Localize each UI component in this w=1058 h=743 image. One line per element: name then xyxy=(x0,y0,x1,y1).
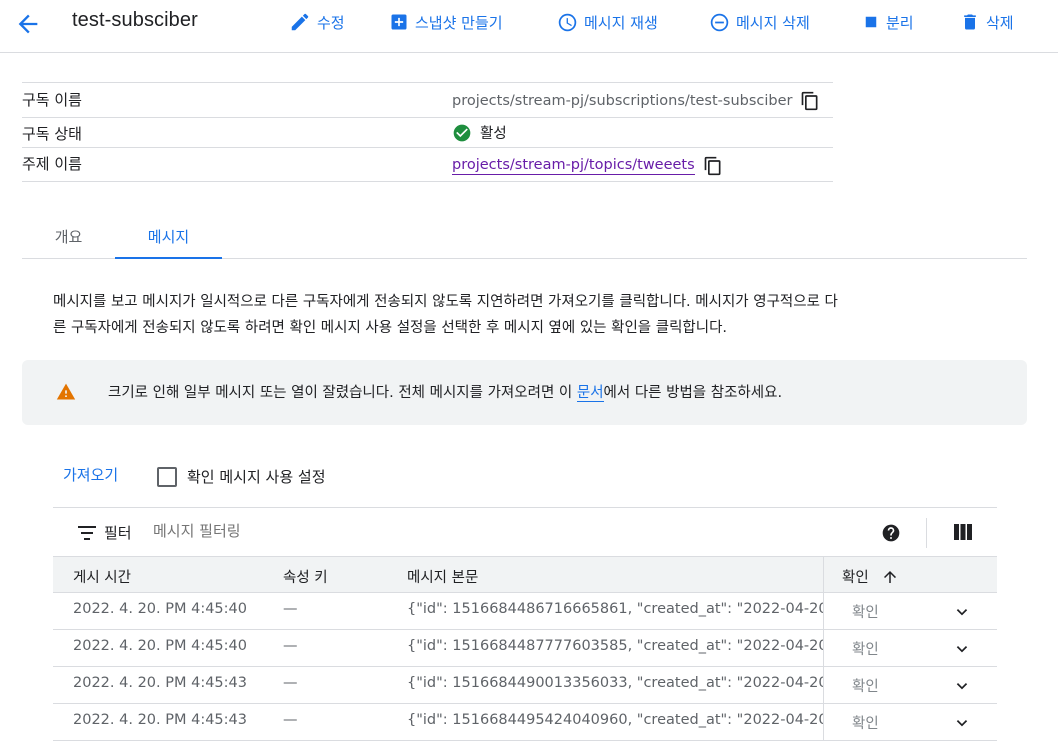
column-header-ack[interactable]: 확인 xyxy=(842,566,899,587)
subscription-name-value: projects/stream-pj/subscriptions/test-su… xyxy=(452,91,820,111)
toolbar-divider xyxy=(926,518,927,548)
message-body-cell: {"id": 1516684487777603585, "created_at"… xyxy=(407,638,823,654)
docs-link[interactable]: 문서 xyxy=(576,385,604,402)
trash-icon xyxy=(964,14,976,30)
column-separator xyxy=(823,667,824,704)
copy-icon[interactable] xyxy=(703,156,723,176)
chevron-down-icon[interactable] xyxy=(953,640,971,658)
truncation-warning: 크기로 인해 일부 메시지 또는 열이 잘렸습니다. 전체 메시지를 가져오려면… xyxy=(22,360,1027,425)
edit-button[interactable]: 수정 xyxy=(289,10,345,34)
subscription-state-text: 활성 xyxy=(480,126,507,142)
publish-time-cell: 2022. 4. 20. PM 4:45:43 xyxy=(73,675,247,691)
topic-name-value: projects/stream-pj/topics/tweeets xyxy=(452,156,723,176)
column-display-icon[interactable] xyxy=(954,524,972,540)
enable-ack-checkbox[interactable] xyxy=(157,466,177,487)
chevron-down-icon[interactable] xyxy=(953,603,971,621)
filter-list-icon xyxy=(78,526,96,540)
filter-input[interactable] xyxy=(153,522,553,540)
pencil-icon xyxy=(291,13,309,31)
subscription-name-text: projects/stream-pj/subscriptions/test-su… xyxy=(452,93,793,109)
clock-icon xyxy=(558,13,577,31)
message-body-cell: {"id": 1516684486716665861, "created_at"… xyxy=(407,601,823,617)
enable-ack-toggle[interactable]: 확인 메시지 사용 설정 xyxy=(157,466,326,487)
page-header: test-subsciber 수정 스냅샷 만들기 메시지 재생 메시지 삭제 … xyxy=(0,0,1058,53)
table-row: 2022. 4. 20. PM 4:45:40 — {"id": 1516684… xyxy=(53,593,997,630)
message-body-cell: {"id": 1516684490013356033, "created_at"… xyxy=(407,675,823,691)
arrow-upward-icon xyxy=(883,570,896,583)
messages-table: 필터 게시 시간 속성 키 메시지 본문 확인 2022. 4. 20. PM … xyxy=(53,507,997,741)
delete-button[interactable]: 삭제 xyxy=(960,10,1014,34)
table-row: 2022. 4. 20. PM 4:45:40 — {"id": 1516684… xyxy=(53,630,997,667)
purge-messages-label: 메시지 삭제 xyxy=(736,13,810,32)
publish-time-cell: 2022. 4. 20. PM 4:45:40 xyxy=(73,638,247,654)
arrow-back-icon xyxy=(18,14,38,34)
attribute-keys-cell: — xyxy=(283,638,298,654)
subscription-state-value: 활성 xyxy=(452,122,507,143)
edit-button-label: 수정 xyxy=(317,13,345,32)
column-header-attribute-keys[interactable]: 속성 키 xyxy=(283,566,328,587)
replay-messages-label: 메시지 재생 xyxy=(584,13,658,32)
ack-button[interactable]: 확인 xyxy=(852,638,879,659)
detach-label: 분리 xyxy=(886,13,914,32)
subscription-name-label: 구독 이름 xyxy=(22,91,82,109)
topic-name-link[interactable]: projects/stream-pj/topics/tweeets xyxy=(452,157,695,175)
detail-row-subscription-state: 구독 상태 활성 xyxy=(22,117,833,147)
back-button[interactable] xyxy=(14,10,42,38)
remove-circle-icon xyxy=(710,13,729,31)
enable-ack-label: 확인 메시지 사용 설정 xyxy=(187,468,326,486)
detail-row-topic-name: 주제 이름 projects/stream-pj/topics/tweeets xyxy=(22,147,833,182)
stop-icon xyxy=(865,16,877,28)
detail-row-subscription-name: 구독 이름 projects/stream-pj/subscriptions/t… xyxy=(22,82,833,117)
warning-text-after: 에서 다른 방법을 참조하세요. xyxy=(603,385,783,401)
purge-messages-button[interactable]: 메시지 삭제 xyxy=(709,10,810,34)
column-separator xyxy=(823,593,824,630)
column-separator xyxy=(823,557,824,593)
column-separator xyxy=(823,704,824,741)
column-separator xyxy=(823,630,824,667)
delete-label: 삭제 xyxy=(986,13,1014,32)
warning-text: 크기로 인해 일부 메시지 또는 열이 잘렸습니다. 전체 메시지를 가져오려면… xyxy=(108,381,782,402)
chevron-down-icon[interactable] xyxy=(953,677,971,695)
column-header-message-body[interactable]: 메시지 본문 xyxy=(407,566,478,587)
create-snapshot-button[interactable]: 스냅샷 만들기 xyxy=(389,10,503,34)
pull-button[interactable]: 가져오기 xyxy=(63,464,118,485)
message-body-cell: {"id": 1516684495424040960, "created_at"… xyxy=(407,712,823,728)
warning-text-before: 크기로 인해 일부 메시지 또는 열이 잘렸습니다. 전체 메시지를 가져오려면… xyxy=(108,385,577,401)
tab-bar: 개요 메시지 xyxy=(22,213,1027,259)
column-header-ack-label: 확인 xyxy=(842,570,869,586)
add-box-icon xyxy=(391,14,407,30)
info-text-line-1: 메시지를 보고 메시지가 일시적으로 다른 구독자에게 전송되지 않도록 지연하… xyxy=(53,294,838,310)
copy-icon[interactable] xyxy=(800,91,820,111)
table-row: 2022. 4. 20. PM 4:45:43 — {"id": 1516684… xyxy=(53,704,997,741)
ack-button[interactable]: 확인 xyxy=(852,675,879,696)
publish-time-cell: 2022. 4. 20. PM 4:45:40 xyxy=(73,601,247,617)
tab-overview[interactable]: 개요 xyxy=(22,213,115,259)
table-header: 게시 시간 속성 키 메시지 본문 확인 xyxy=(53,557,997,593)
info-text-line-2: 른 구독자에게 전송되지 않도록 하려면 확인 메시지 사용 설정을 선택한 후… xyxy=(53,320,728,336)
filter-label: 필터 xyxy=(104,524,132,542)
subscription-details: 구독 이름 projects/stream-pj/subscriptions/t… xyxy=(22,82,833,182)
messages-info-text: 메시지를 보고 메시지가 일시적으로 다른 구독자에게 전송되지 않도록 지연하… xyxy=(53,289,998,341)
publish-time-cell: 2022. 4. 20. PM 4:45:43 xyxy=(73,712,247,728)
subscription-state-label: 구독 상태 xyxy=(22,125,82,143)
warning-icon xyxy=(56,383,76,400)
detach-button[interactable]: 분리 xyxy=(862,10,914,34)
column-header-publish-time[interactable]: 게시 시간 xyxy=(73,566,131,587)
filter-bar: 필터 xyxy=(53,507,997,557)
page-title: test-subsciber xyxy=(72,9,198,31)
chevron-down-icon[interactable] xyxy=(953,714,971,732)
create-snapshot-label: 스냅샷 만들기 xyxy=(415,13,503,32)
attribute-keys-cell: — xyxy=(283,601,298,617)
table-row: 2022. 4. 20. PM 4:45:43 — {"id": 1516684… xyxy=(53,667,997,704)
ack-button[interactable]: 확인 xyxy=(852,601,879,622)
help-icon[interactable] xyxy=(881,523,901,543)
check-circle-icon xyxy=(453,124,471,141)
replay-messages-button[interactable]: 메시지 재생 xyxy=(557,10,658,34)
topic-name-label: 주제 이름 xyxy=(22,155,82,173)
attribute-keys-cell: — xyxy=(283,712,298,728)
ack-button[interactable]: 확인 xyxy=(852,712,879,733)
tab-messages[interactable]: 메시지 xyxy=(115,213,222,259)
attribute-keys-cell: — xyxy=(283,675,298,691)
